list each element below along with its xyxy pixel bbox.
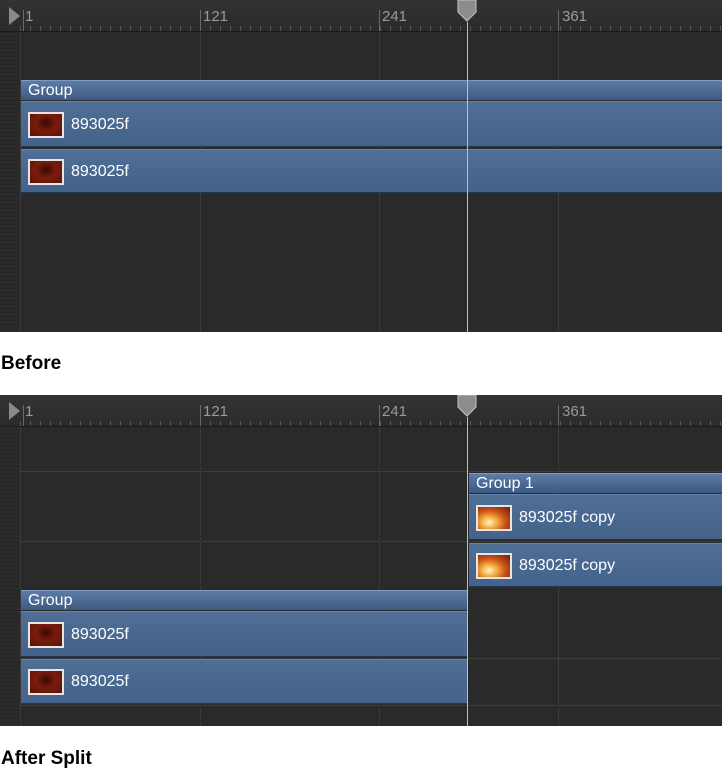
playhead-handle-icon[interactable] <box>457 395 477 417</box>
ruler-minor-ticks <box>20 26 722 31</box>
ruler-label-1: 1 <box>25 8 34 25</box>
clip-thumbnail <box>28 622 64 648</box>
layer-name: 893025f <box>71 673 129 690</box>
ruler-label-121: 121 <box>203 403 229 420</box>
layer-name: 893025f copy <box>519 557 616 574</box>
timeline-gutter <box>0 0 21 332</box>
group-bar[interactable]: Group <box>21 80 722 100</box>
ruler-major-tick <box>200 10 201 31</box>
group-bar[interactable]: Group <box>21 590 467 610</box>
timeline-after: 1 121 241 361 Group 1 893025f copy 89302… <box>0 395 722 726</box>
clip-thumbnail <box>476 505 512 531</box>
layer-track[interactable]: 893025f <box>21 101 722 147</box>
layer-track[interactable]: 893025f <box>21 611 467 657</box>
layer-track[interactable]: 893025f <box>21 659 467 704</box>
group-label: Group <box>28 82 73 99</box>
ruler-major-tick <box>23 10 24 31</box>
layer-name: 893025f <box>71 626 129 643</box>
ruler-major-tick <box>379 405 380 426</box>
ruler-label-361: 361 <box>562 8 588 25</box>
ruler-major-tick <box>558 405 559 426</box>
timeline-ruler[interactable]: 1 121 241 361 <box>0 0 722 32</box>
ruler-label-241: 241 <box>382 403 408 420</box>
layer-name: 893025f <box>71 163 129 180</box>
clip-thumbnail <box>28 669 64 695</box>
timeline-ruler[interactable]: 1 121 241 361 <box>0 395 722 427</box>
row-divider <box>20 471 722 472</box>
timeline-before: 1 121 241 361 Group 893025f 893025f <box>0 0 722 332</box>
ruler-label-121: 121 <box>203 8 229 25</box>
ruler-major-tick <box>379 10 380 31</box>
clip-thumbnail <box>476 553 512 579</box>
layer-track[interactable]: 893025f <box>21 149 722 193</box>
layer-name: 893025f copy <box>519 509 616 526</box>
ruler-label-241: 241 <box>382 8 408 25</box>
split-layer-track[interactable]: 893025f copy <box>469 543 722 587</box>
playhead-line[interactable] <box>467 22 468 332</box>
play-start-triangle-icon[interactable] <box>9 402 20 420</box>
split-group-label: Group 1 <box>476 475 534 492</box>
ruler-major-tick <box>23 405 24 426</box>
clip-thumbnail <box>28 159 64 185</box>
playhead-line[interactable] <box>467 417 468 726</box>
play-start-triangle-icon[interactable] <box>9 7 20 25</box>
caption-after: After Split <box>1 748 92 769</box>
ruler-major-tick <box>558 10 559 31</box>
ruler-label-361: 361 <box>562 403 588 420</box>
caption-before: Before <box>1 353 62 374</box>
split-group-bar[interactable]: Group 1 <box>469 473 722 493</box>
clip-thumbnail <box>28 112 64 138</box>
ruler-major-tick <box>200 405 201 426</box>
row-divider <box>20 541 722 542</box>
layer-name: 893025f <box>71 116 129 133</box>
ruler-minor-ticks <box>20 421 722 426</box>
group-label: Group <box>28 592 73 609</box>
split-layer-track[interactable]: 893025f copy <box>469 494 722 540</box>
row-divider <box>20 705 722 706</box>
timeline-gutter <box>0 395 21 726</box>
ruler-label-1: 1 <box>25 403 34 420</box>
playhead-handle-icon[interactable] <box>457 0 477 22</box>
